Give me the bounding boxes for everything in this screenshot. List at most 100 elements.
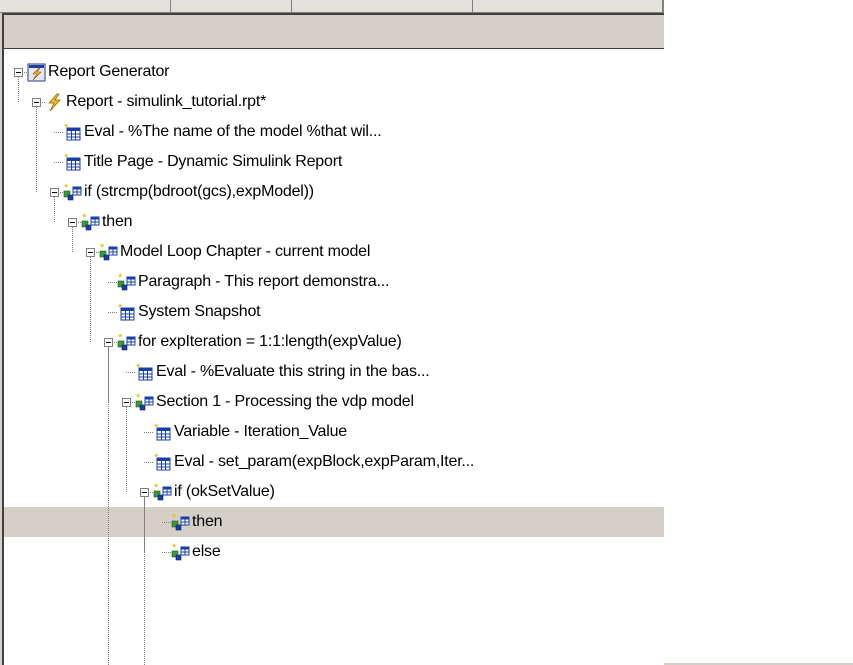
tree-node[interactable]: then xyxy=(171,507,223,537)
tree-node-label: for expIteration = 1:1:length(expValue) xyxy=(138,333,402,350)
collapse-toggle-icon[interactable] xyxy=(32,98,41,107)
tree-row[interactable]: System Snapshot xyxy=(4,297,664,327)
tree-node-label: if (strcmp(bdroot(gcs),expModel)) xyxy=(84,183,314,200)
tree-connector-line xyxy=(126,372,135,373)
tree-node[interactable]: System Snapshot xyxy=(117,297,261,327)
tree-node-label: Title Page - Dynamic Simulink Report xyxy=(84,153,343,170)
tree-row[interactable]: if (okSetValue) xyxy=(4,477,664,507)
tree-connector-line xyxy=(54,132,63,133)
toolbar-segment xyxy=(171,0,292,13)
tree-node-label: Eval - set_param(expBlock,expParam,Iter.… xyxy=(174,453,475,470)
tree-node-label: else xyxy=(192,543,221,560)
tree-node-label: Eval - %Evaluate this string in the bas.… xyxy=(156,363,430,380)
tree-node-label: Paragraph - This report demonstra... xyxy=(138,273,390,290)
tree-connector-line xyxy=(162,552,171,553)
logic-component-icon xyxy=(117,272,136,292)
tree-node[interactable]: Eval - %Evaluate this string in the bas.… xyxy=(135,357,430,387)
table-component-icon xyxy=(153,422,172,442)
tree-row[interactable]: Eval - %Evaluate this string in the bas.… xyxy=(4,357,664,387)
tree-node[interactable]: Eval - set_param(expBlock,expParam,Iter.… xyxy=(153,447,474,477)
table-component-icon xyxy=(63,122,82,142)
outline-panel-header xyxy=(4,15,664,49)
tree-row[interactable]: for expIteration = 1:1:length(expValue) xyxy=(4,327,664,357)
tree-node-label: Section 1 - Processing the vdp model xyxy=(156,393,414,410)
logic-component-icon xyxy=(171,542,190,562)
collapse-toggle-icon[interactable] xyxy=(140,488,149,497)
tree-connector-line xyxy=(90,252,91,342)
tree-row[interactable]: then xyxy=(4,507,664,537)
tree-node[interactable]: Report - simulink_tutorial.rpt* xyxy=(45,87,266,117)
tree-node[interactable]: Variable - Iteration_Value xyxy=(153,417,347,447)
right-pane-edge xyxy=(663,0,853,13)
tree-row[interactable]: Model Loop Chapter - current model xyxy=(4,237,664,267)
collapse-toggle-icon[interactable] xyxy=(104,338,113,347)
tree-node-label: Report Generator xyxy=(48,63,170,80)
collapse-toggle-icon[interactable] xyxy=(122,398,131,407)
tree-connector-line xyxy=(144,492,145,665)
tree-row[interactable]: Section 1 - Processing the vdp model xyxy=(4,387,664,417)
logic-component-icon xyxy=(135,392,154,412)
collapse-toggle-icon[interactable] xyxy=(86,248,95,257)
table-component-icon xyxy=(117,302,136,322)
toolbar-segment xyxy=(0,0,171,13)
tree-connector-line xyxy=(162,522,171,523)
report-outline-tree[interactable]: Report Generator Report - simulink_tutori… xyxy=(4,49,664,665)
tree-row[interactable]: Report - simulink_tutorial.rpt* xyxy=(4,87,664,117)
tree-connector-line xyxy=(126,402,127,492)
tree-connector-line xyxy=(54,162,63,163)
tree-node-label: Model Loop Chapter - current model xyxy=(120,243,371,260)
logic-component-icon xyxy=(117,332,136,352)
tree-node[interactable]: Paragraph - This report demonstra... xyxy=(117,267,389,297)
table-component-icon xyxy=(153,452,172,472)
tree-node-label: Variable - Iteration_Value xyxy=(174,423,347,440)
tree-connector-line xyxy=(108,342,109,665)
table-component-icon xyxy=(63,152,82,172)
logic-component-icon xyxy=(81,212,100,232)
tree-row[interactable]: else xyxy=(4,537,664,567)
tree-row[interactable]: Title Page - Dynamic Simulink Report xyxy=(4,147,664,177)
tree-connector-line xyxy=(144,462,153,463)
collapse-toggle-icon[interactable] xyxy=(14,68,23,77)
tree-row[interactable]: Eval - %The name of the model %that wil.… xyxy=(4,117,664,147)
outline-panel: Report Generator Report - simulink_tutori… xyxy=(2,13,664,665)
logic-component-icon xyxy=(99,242,118,262)
tree-row[interactable]: Report Generator xyxy=(4,57,664,87)
top-toolbar-strip xyxy=(0,0,853,13)
tree-row[interactable]: Paragraph - This report demonstra... xyxy=(4,267,664,297)
tree-node[interactable]: if (okSetValue) xyxy=(153,477,275,507)
tree-node[interactable]: else xyxy=(171,537,221,567)
tree-node[interactable]: Model Loop Chapter - current model xyxy=(99,237,370,267)
tree-connector-line xyxy=(108,312,117,313)
logic-component-icon xyxy=(171,512,190,532)
collapse-toggle-icon[interactable] xyxy=(50,188,59,197)
tree-node-label: if (okSetValue) xyxy=(174,483,275,500)
tree-connector-line xyxy=(144,432,153,433)
tree-node[interactable]: then xyxy=(81,207,133,237)
tree-node-label: Eval - %The name of the model %that wil.… xyxy=(84,123,382,140)
tree-row[interactable]: if (strcmp(bdroot(gcs),expModel)) xyxy=(4,177,664,207)
tree-connector-line xyxy=(36,102,37,192)
report-generator-icon xyxy=(27,63,46,82)
logic-component-icon xyxy=(153,482,172,502)
tree-row[interactable]: then xyxy=(4,207,664,237)
tree-row[interactable]: Eval - set_param(expBlock,expParam,Iter.… xyxy=(4,447,664,477)
tree-node[interactable]: Title Page - Dynamic Simulink Report xyxy=(63,147,342,177)
tree-node[interactable]: for expIteration = 1:1:length(expValue) xyxy=(117,327,402,357)
report-lightning-icon xyxy=(45,93,64,112)
tree-node[interactable]: Eval - %The name of the model %that wil.… xyxy=(63,117,382,147)
tree-node-label: System Snapshot xyxy=(138,303,261,320)
properties-pane xyxy=(664,13,853,663)
tree-node-label: Report - simulink_tutorial.rpt* xyxy=(66,93,267,110)
toolbar-segment xyxy=(473,0,663,13)
toolbar-segment xyxy=(292,0,473,13)
tree-node[interactable]: if (strcmp(bdroot(gcs),expModel)) xyxy=(63,177,314,207)
tree-node[interactable]: Report Generator xyxy=(27,57,170,87)
tree-connector-line xyxy=(108,282,117,283)
collapse-toggle-icon[interactable] xyxy=(68,218,77,227)
tree-node-label: then xyxy=(192,513,223,530)
tree-node[interactable]: Section 1 - Processing the vdp model xyxy=(135,387,414,417)
logic-component-icon xyxy=(63,182,82,202)
tree-row[interactable]: Variable - Iteration_Value xyxy=(4,417,664,447)
tree-node-label: then xyxy=(102,213,133,230)
table-component-icon xyxy=(135,362,154,382)
